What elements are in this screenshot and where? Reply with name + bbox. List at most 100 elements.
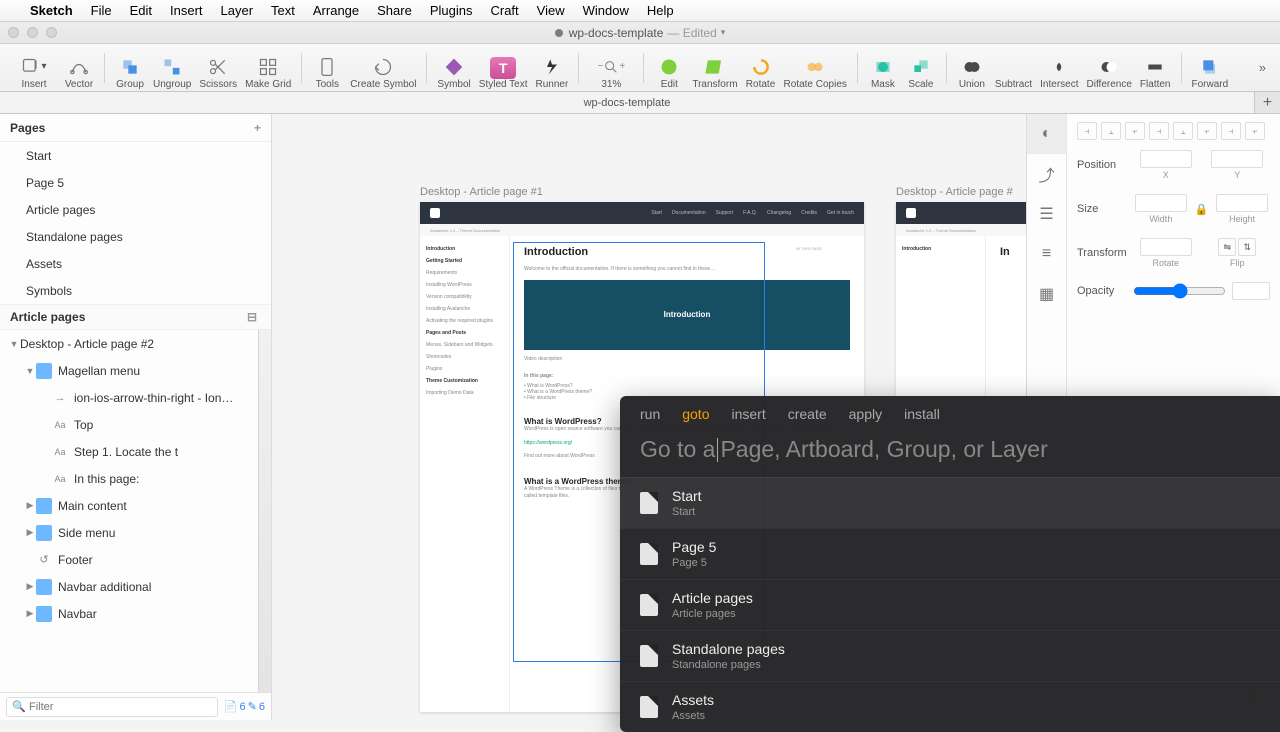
inspector-tab-data[interactable]: ▦	[1027, 274, 1066, 314]
runner-tab-insert[interactable]: insert	[731, 406, 765, 422]
runner-tab-apply[interactable]: apply	[849, 406, 882, 422]
forward-button[interactable]: Forward	[1188, 46, 1233, 90]
filter-count[interactable]: 📄6 ✎6	[224, 700, 265, 713]
rotatecopies-button[interactable]: Rotate Copies	[780, 46, 851, 90]
menu-arrange[interactable]: Arrange	[313, 3, 359, 18]
runner-results: StartStart Page 5Page 5 Article pagesArt…	[620, 477, 1280, 732]
traffic-lights[interactable]	[8, 27, 57, 38]
menu-share[interactable]: Share	[377, 3, 412, 18]
menu-file[interactable]: File	[91, 3, 112, 18]
menu-craft[interactable]: Craft	[490, 3, 518, 18]
flip-buttons[interactable]: ⇋⇅	[1218, 238, 1256, 256]
window-titlebar: wp-docs-template — Edited ▾	[0, 22, 1280, 44]
menu-layer[interactable]: Layer	[221, 3, 254, 18]
flatten-button[interactable]: Flatten	[1136, 46, 1175, 90]
runner-item[interactable]: Page 5Page 5	[620, 528, 1280, 579]
runner-tab-install[interactable]: install	[904, 406, 940, 422]
createsymbol-button[interactable]: Create Symbol	[346, 46, 420, 90]
macos-menubar[interactable]: Sketch File Edit Insert Layer Text Arran…	[0, 0, 1280, 22]
page-item[interactable]: Assets	[0, 250, 271, 277]
edit-button[interactable]: Edit	[650, 46, 688, 90]
scissors-button[interactable]: Scissors	[195, 46, 241, 90]
subtract-button[interactable]: Subtract	[991, 46, 1036, 90]
scale-button[interactable]: Scale	[902, 46, 940, 90]
runner-item[interactable]: Article pagesArticle pages	[620, 579, 1280, 630]
runner-tab-create[interactable]: create	[788, 406, 827, 422]
zoom-control[interactable]: −+31%	[585, 46, 637, 90]
filter-input[interactable]	[6, 697, 218, 717]
layer-artboard[interactable]: ▼Desktop - Article page #2	[0, 330, 271, 357]
layers-list[interactable]: ▼Desktop - Article page #2 ▼Magellan men…	[0, 330, 271, 692]
layer-item[interactable]: In this page:	[0, 465, 271, 492]
runner-tabs: run goto insert create apply install	[620, 396, 1280, 430]
page-icon	[640, 594, 658, 616]
add-page-button[interactable]: +	[254, 121, 261, 135]
artboard-label[interactable]: Desktop - Article page #	[896, 186, 1013, 198]
menu-sketch[interactable]: Sketch	[30, 3, 73, 18]
opacity-field[interactable]	[1232, 282, 1270, 300]
menu-help[interactable]: Help	[647, 3, 674, 18]
layer-item[interactable]: Top	[0, 411, 271, 438]
page-item[interactable]: Symbols	[0, 277, 271, 304]
layer-item[interactable]: Footer	[0, 546, 271, 573]
rotate-field[interactable]	[1140, 238, 1192, 256]
document-tabs: wp-docs-template +	[0, 92, 1280, 114]
intersect-button[interactable]: Intersect	[1036, 46, 1082, 90]
runner-item[interactable]: AssetsAssets	[620, 681, 1280, 732]
artboard-label[interactable]: Desktop - Article page #1	[420, 186, 543, 198]
align-controls[interactable]: ⫞⫠⫟⫞⫠⫟⫞⫟	[1077, 122, 1270, 140]
inspector-tab-styles[interactable]: ≡	[1027, 234, 1066, 274]
layer-group[interactable]: ▶Side menu	[0, 519, 271, 546]
vector-button[interactable]: Vector	[60, 46, 98, 90]
page-item[interactable]: Start	[0, 142, 271, 169]
rotate-button[interactable]: Rotate	[742, 46, 780, 90]
inspector-tab-sync[interactable]: ◐	[1027, 114, 1066, 154]
tab-document[interactable]: wp-docs-template	[0, 92, 1254, 113]
page-item[interactable]: Standalone pages	[0, 223, 271, 250]
symbol-button[interactable]: Symbol	[433, 46, 474, 90]
layer-group[interactable]: ▶Navbar	[0, 600, 271, 627]
ungroup-button[interactable]: Ungroup	[149, 46, 195, 90]
menu-plugins[interactable]: Plugins	[430, 3, 473, 18]
menu-edit[interactable]: Edit	[130, 3, 152, 18]
page-item[interactable]: Article pages	[0, 196, 271, 223]
position-y[interactable]	[1211, 150, 1263, 168]
add-tab-button[interactable]: +	[1254, 92, 1280, 113]
title-chevron-icon[interactable]: ▾	[721, 27, 726, 38]
makegrid-button[interactable]: Make Grid	[241, 46, 295, 90]
mask-button[interactable]: Mask	[864, 46, 902, 90]
inspector-tab-export[interactable]: ⤴	[1027, 154, 1066, 194]
menu-view[interactable]: View	[537, 3, 565, 18]
styledtext-button[interactable]: TStyled Text	[475, 46, 532, 90]
insert-button[interactable]: ▾Insert	[8, 46, 60, 90]
layer-group[interactable]: ▶Main content	[0, 492, 271, 519]
union-button[interactable]: Union	[953, 46, 991, 90]
runner-item[interactable]: StartStart	[620, 477, 1280, 528]
runner-tab-run[interactable]: run	[640, 406, 660, 422]
position-x[interactable]	[1140, 150, 1192, 168]
difference-button[interactable]: Difference	[1083, 46, 1136, 90]
layer-group[interactable]: ▼Magellan menu	[0, 357, 271, 384]
tools-button[interactable]: Tools	[308, 46, 346, 90]
group-button[interactable]: Group	[111, 46, 149, 90]
opacity-slider[interactable]	[1133, 282, 1226, 300]
runner-search[interactable]: Go to aPage, Artboard, Group, or Layer	[620, 430, 1280, 477]
collapse-icon[interactable]: ⊟	[247, 310, 261, 324]
inspector-tab-library[interactable]: ☰	[1027, 194, 1066, 234]
layer-item[interactable]: Step 1. Locate the t	[0, 438, 271, 465]
runner-item[interactable]: Standalone pagesStandalone pages	[620, 630, 1280, 681]
runner-tab-goto[interactable]: goto	[682, 406, 709, 422]
page-item[interactable]: Page 5	[0, 169, 271, 196]
layer-item[interactable]: ion-ios-arrow-thin-right - Ion…	[0, 384, 271, 411]
size-w[interactable]	[1135, 194, 1187, 212]
page-icon	[640, 645, 658, 667]
layer-group[interactable]: ▶Navbar additional	[0, 573, 271, 600]
lock-icon[interactable]: 🔒	[1195, 203, 1209, 216]
transform-button[interactable]: Transform	[688, 46, 741, 90]
menu-text[interactable]: Text	[271, 3, 295, 18]
menu-window[interactable]: Window	[583, 3, 629, 18]
runner-button[interactable]: Runner	[532, 46, 573, 90]
size-h[interactable]	[1216, 194, 1268, 212]
menu-insert[interactable]: Insert	[170, 3, 203, 18]
toolbar-overflow-icon[interactable]: »	[1259, 60, 1272, 75]
